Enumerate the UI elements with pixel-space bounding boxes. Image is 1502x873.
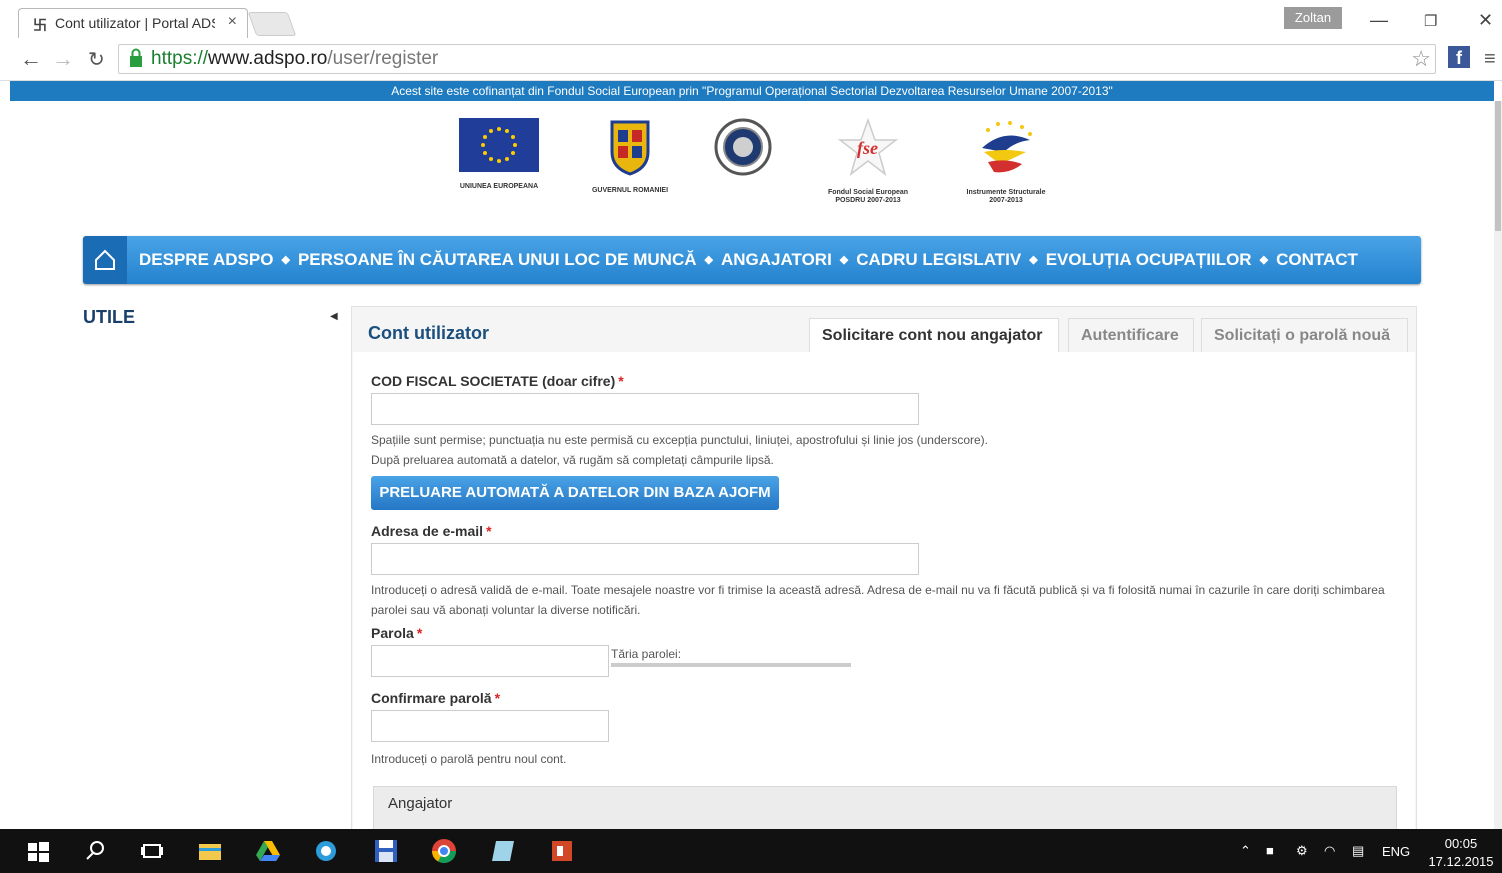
minimize-icon[interactable]: — xyxy=(1370,10,1388,31)
browser-titlebar: 卐 Cont utilizator | Portal ADS × Zoltan … xyxy=(0,0,1502,40)
menu-icon[interactable]: ≡ xyxy=(1484,48,1496,71)
confirm-password-field[interactable] xyxy=(371,710,609,742)
system-clock[interactable]: 00:05 17.12.2015 xyxy=(1424,835,1498,871)
windows-taskbar: ⌃ ■ ⚙ ◠ ▤ ENG 00:05 17.12.2015 xyxy=(0,829,1502,873)
employer-fieldset-legend[interactable]: Angajator xyxy=(388,795,452,812)
close-window-icon[interactable]: ✕ xyxy=(1478,10,1493,31)
password-strength-bar xyxy=(611,663,851,667)
profile-badge[interactable]: Zoltan xyxy=(1284,7,1342,29)
search-icon[interactable] xyxy=(82,837,110,865)
nav-separator: ◆ xyxy=(1029,254,1038,266)
google-drive-icon[interactable] xyxy=(254,837,282,865)
network-app-icon[interactable] xyxy=(312,837,340,865)
gov-logo: GUVERNUL ROMANIEI xyxy=(588,118,672,195)
nav-item-contact[interactable]: CONTACT xyxy=(1276,250,1358,269)
registration-form: COD FISCAL SOCIETATE (doar cifre) * Spați… xyxy=(353,352,1415,836)
sidebar-collapse-icon[interactable]: ◀ xyxy=(330,311,338,322)
eu-caption: UNIUNEA EUROPEANA xyxy=(459,183,539,190)
tab-close-icon[interactable]: × xyxy=(228,13,237,31)
nav-item-angajatori[interactable]: ANGAJATORI xyxy=(721,250,832,269)
sidebar-title[interactable]: UTILE xyxy=(83,307,135,328)
seal-logo xyxy=(714,118,772,181)
nav-separator: ◆ xyxy=(281,254,290,266)
confirm-password-help: Introduceți o parolă pentru noul cont. xyxy=(371,752,567,766)
tab-new-password[interactable]: Solicitați o parolă nouă xyxy=(1201,318,1408,352)
nav-item-persoane[interactable]: PERSOANE ÎN CĂUTAREA UNUI LOC DE MUNCĂ xyxy=(298,250,697,269)
nav-item-evolutia[interactable]: EVOLUȚIA OCUPAȚIILOR xyxy=(1046,250,1252,269)
structural-instruments-icon xyxy=(982,121,1032,173)
powerpoint-icon[interactable] xyxy=(548,837,576,865)
address-bar[interactable]: https://www.adspo.ro/user/register ☆ xyxy=(118,44,1436,74)
gov-caption: GUVERNUL ROMANIEI xyxy=(591,187,669,194)
back-arrow-icon[interactable]: ← xyxy=(20,46,42,72)
tab-title: Cont utilizator | Portal ADS xyxy=(55,15,215,31)
is-caption: Instrumente Structurale 2007-2013 xyxy=(966,189,1046,204)
fse-star-icon: fse xyxy=(837,117,899,176)
chrome-icon[interactable] xyxy=(430,837,458,865)
task-view-icon[interactable] xyxy=(138,837,166,865)
browser-tab[interactable]: 卐 Cont utilizator | Portal ADS × xyxy=(18,8,248,38)
browser-toolbar: ← → ↻ https://www.adspo.ro/user/register… xyxy=(0,40,1502,81)
url-text: https://www.adspo.ro/user/register xyxy=(151,48,439,69)
email-help: Introduceți o adresă validă de e-mail. T… xyxy=(371,583,1385,617)
notes-app-icon[interactable] xyxy=(490,837,518,865)
cod-fiscal-help: Spațiile sunt permise; punctuația nu est… xyxy=(371,433,988,467)
page-title: Cont utilizator xyxy=(368,323,489,343)
coat-of-arms-icon xyxy=(610,120,650,176)
cod-fiscal-input[interactable] xyxy=(371,393,919,425)
account-panel: Cont utilizator Solicitare cont nou anga… xyxy=(351,306,1417,836)
cod-fiscal-label: COD FISCAL SOCIETATE (doar cifre) * xyxy=(371,373,624,389)
tray-settings-icon[interactable]: ⚙ xyxy=(1296,843,1308,859)
seal-icon xyxy=(714,118,772,176)
instrumente-structurale-logo: Instrumente Structurale 2007-2013 xyxy=(962,118,1050,205)
nav-separator: ◆ xyxy=(1259,254,1269,266)
tab-login[interactable]: Autentificare xyxy=(1068,318,1194,352)
password-strength-label: Tăria parolei: xyxy=(611,647,682,661)
nav-item-cadru-legislativ[interactable]: CADRU LEGISLATIV xyxy=(856,250,1021,269)
restore-icon[interactable]: ❐ xyxy=(1424,12,1437,30)
notification-icon[interactable]: ▤ xyxy=(1352,843,1364,859)
facebook-icon[interactable]: f xyxy=(1448,46,1470,68)
bookmark-star-icon[interactable]: ☆ xyxy=(1411,45,1431,73)
eu-logo: UNIUNEA EUROPEANA xyxy=(458,118,540,191)
eu-flag-icon xyxy=(459,118,539,172)
language-indicator[interactable]: ENG xyxy=(1382,844,1410,859)
reload-icon[interactable]: ↻ xyxy=(88,47,105,72)
svg-text:fse: fse xyxy=(857,138,878,158)
password-field[interactable] xyxy=(371,645,609,677)
wifi-icon[interactable]: ◠ xyxy=(1324,843,1335,859)
main-navigation: DESPRE ADSPO ◆ PERSOANE ÎN CĂUTAREA UNUI L… xyxy=(83,236,1421,284)
fetch-ajofm-data-button[interactable]: PRELUARE AUTOMATĂ A DATELOR DIN BAZA AJO… xyxy=(371,476,779,510)
site-favicon-icon: 卐 xyxy=(33,17,47,33)
confirm-password-label: Confirmare parolă * xyxy=(371,690,501,706)
fse-caption: Fondul Social European POSDRU 2007-2013 xyxy=(827,189,909,204)
fse-logo: fse Fondul Social European POSDRU 2007-20… xyxy=(826,117,910,205)
nav-separator: ◆ xyxy=(839,254,849,266)
file-explorer-icon[interactable] xyxy=(196,837,224,865)
email-field[interactable] xyxy=(371,543,919,575)
tray-expand-icon[interactable]: ⌃ xyxy=(1240,843,1251,859)
cofinance-banner: Acest site este cofinanțat din Fondul So… xyxy=(10,81,1494,101)
tray-app-icon[interactable]: ■ xyxy=(1266,843,1274,858)
forward-arrow-icon[interactable]: → xyxy=(52,46,74,72)
nav-separator: ◆ xyxy=(704,254,713,266)
nav-item-despre[interactable]: DESPRE ADSPO xyxy=(139,250,273,269)
home-button[interactable] xyxy=(83,236,127,284)
page-scrollbar[interactable] xyxy=(1494,101,1502,829)
email-label: Adresa de e-mail * xyxy=(371,523,492,539)
tab-register-employer[interactable]: Solicitare cont nou angajator xyxy=(809,318,1059,352)
sponsor-logos: UNIUNEA EUROPEANA GUVERNUL ROMANIEI fse … xyxy=(0,117,1502,218)
windows-start-icon[interactable] xyxy=(24,837,52,865)
scrollbar-thumb[interactable] xyxy=(1495,101,1501,231)
lock-icon xyxy=(130,48,142,67)
new-tab-button[interactable] xyxy=(247,12,297,36)
nav-items: DESPRE ADSPO ◆ PERSOANE ÎN CĂUTAREA UNUI L… xyxy=(139,236,1358,284)
home-icon xyxy=(95,249,115,270)
password-label: Parola * xyxy=(371,625,423,641)
save-disk-icon[interactable] xyxy=(372,837,400,865)
